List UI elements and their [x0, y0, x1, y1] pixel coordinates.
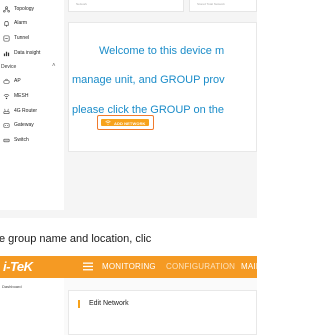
instruction-caption: e group name and location, clic — [0, 233, 152, 245]
nav-maintenance[interactable]: MAINTA — [241, 262, 257, 271]
sidebar-item-mesh[interactable]: MESH — [0, 91, 64, 102]
topology-icon — [3, 6, 10, 13]
sidebar-item-alarm[interactable]: Alarm — [0, 18, 64, 29]
edit-network-card: Edit Network — [68, 290, 257, 335]
tunnel-icon — [3, 35, 10, 42]
welcome-text-line-2: manage unit, and GROUP prov — [72, 74, 225, 86]
sidebar-item-label: 4G Router — [14, 108, 38, 114]
hamburger-menu-icon[interactable] — [83, 262, 93, 271]
sidebar-item-topology[interactable]: Topology — [0, 4, 64, 15]
sidebar-item-label: Gateway — [14, 122, 34, 128]
sidebar-item-tunnel[interactable]: Tunnel — [0, 33, 64, 44]
sidebar-item-data-insight[interactable]: Data insight — [0, 48, 64, 59]
sidebar-section-device[interactable]: Device ˄ — [0, 62, 64, 72]
sidebar-item-ap[interactable]: AP — [0, 76, 64, 87]
summary-card-label: Stored Total Network — [197, 2, 225, 6]
sidebar-item-label: Data insight — [14, 50, 41, 56]
sidebar-item-label: Switch — [14, 137, 29, 143]
chart-icon — [3, 51, 10, 57]
gateway-icon — [3, 123, 10, 128]
add-network-label: ADD NETWORK — [114, 121, 146, 126]
dashboard-screenshot: Topology Alarm Tunnel Data insight Devic… — [0, 0, 257, 218]
nav-configuration[interactable]: CONFIGURATION — [166, 262, 235, 271]
sidebar-section-label: Device — [1, 64, 17, 70]
sidebar: Dashboard — [0, 278, 64, 335]
summary-card-label: Network — [76, 2, 88, 6]
sidebar-item-label: Topology — [14, 6, 35, 12]
sidebar-item-label: MESH — [14, 93, 29, 99]
sidebar-item-4g-router[interactable]: 4G Router — [0, 106, 64, 117]
summary-card: Stored Total Network — [189, 0, 257, 12]
page: Topology Alarm Tunnel Data insight Devic… — [0, 0, 257, 335]
title-accent-bar — [78, 300, 80, 308]
edit-network-title: Edit Network — [89, 300, 129, 307]
add-network-button[interactable]: ADD NETWORK — [101, 119, 149, 126]
top-navigation-bar: i-TeK MONITORING CONFIGURATION MAINTA — [0, 256, 257, 278]
summary-card: Network — [68, 0, 184, 12]
sidebar: Topology Alarm Tunnel Data insight Devic… — [0, 0, 64, 210]
mesh-icon — [3, 94, 10, 100]
nav-monitoring[interactable]: MONITORING — [102, 262, 156, 271]
welcome-card: Welcome to this device m manage unit, an… — [68, 22, 257, 152]
switch-icon — [3, 138, 10, 143]
sidebar-item-dashboard[interactable]: Dashboard — [2, 284, 22, 289]
sidebar-item-label: Alarm — [14, 20, 28, 26]
bell-icon — [4, 21, 9, 27]
brand-logo: i-TeK — [3, 259, 33, 274]
sidebar-item-switch[interactable]: Switch — [0, 135, 64, 146]
wifi-icon — [105, 120, 111, 125]
sidebar-item-label: AP — [14, 78, 21, 84]
sidebar-item-gateway[interactable]: Gateway — [0, 120, 64, 131]
welcome-text-line-1: Welcome to this device m — [99, 45, 225, 57]
summary-cards: Network Stored Total Network — [68, 0, 257, 14]
router-icon — [3, 108, 10, 114]
ap-icon — [3, 78, 10, 84]
sidebar-item-label: Tunnel — [14, 35, 30, 41]
chevron-up-icon: ˄ — [52, 63, 56, 69]
add-network-button-highlight: ADD NETWORK — [97, 115, 154, 130]
edit-network-screenshot: i-TeK MONITORING CONFIGURATION MAINTA Da… — [0, 256, 257, 335]
